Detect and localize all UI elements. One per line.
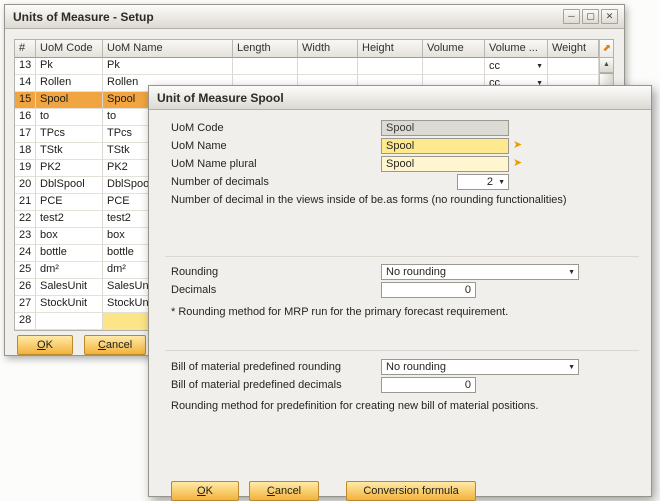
cell-code[interactable]: Spool	[36, 92, 103, 109]
column-header-vunit[interactable]: Volume ...	[485, 40, 548, 58]
uom-code-field: Spool	[381, 120, 509, 136]
cell-num[interactable]: 14	[15, 75, 36, 92]
close-icon[interactable]: ✕	[601, 9, 618, 24]
dialog-title: Unit of Measure Spool	[157, 91, 645, 105]
unit-of-measure-dialog: Unit of Measure Spool UoM Code Spool UoM…	[148, 85, 652, 497]
cell-code[interactable]: PK2	[36, 160, 103, 177]
cell-num[interactable]: 27	[15, 296, 36, 313]
column-header-num[interactable]: #	[15, 40, 36, 58]
chevron-down-icon: ▼	[568, 269, 575, 276]
cell-num[interactable]: 22	[15, 211, 36, 228]
restore-icon[interactable]: ▢	[582, 9, 599, 24]
cell-code[interactable]: DblSpool	[36, 177, 103, 194]
cancel-button[interactable]: Cancel	[84, 335, 146, 355]
bom-note: Rounding method for predefinition for cr…	[171, 400, 637, 412]
cell-vunit[interactable]: cc ▼	[485, 58, 548, 75]
cell-num[interactable]: 24	[15, 245, 36, 262]
uom-name-label: UoM Name	[171, 140, 381, 152]
cell-height[interactable]	[358, 58, 423, 75]
group-separator	[165, 350, 639, 351]
decimals-note: Number of decimal in the views inside of…	[171, 194, 637, 206]
cell-name[interactable]: Pk	[103, 58, 233, 75]
cell-code[interactable]: dm²	[36, 262, 103, 279]
column-header-weight[interactable]: Weight	[548, 40, 599, 58]
cell-width[interactable]	[298, 58, 358, 75]
cell-num[interactable]: 26	[15, 279, 36, 296]
uom-code-label: UoM Code	[171, 122, 381, 134]
cell-num[interactable]: 28	[15, 313, 36, 330]
rounding-note: * Rounding method for MRP run for the pr…	[171, 306, 637, 318]
bom-decimals-field[interactable]: 0	[381, 377, 476, 393]
column-header-code[interactable]: UoM Code	[36, 40, 103, 58]
cell-num[interactable]: 13	[15, 58, 36, 75]
table-row[interactable]: 13PkPkcc▼	[15, 58, 599, 75]
minimize-icon[interactable]: ─	[563, 9, 580, 24]
rounding-label: Rounding	[171, 266, 381, 278]
chevron-down-icon: ▼	[536, 63, 543, 70]
cell-code[interactable]: PCE	[36, 194, 103, 211]
dialog-cancel-button[interactable]: Cancel	[249, 481, 319, 501]
uom-name-plural-label: UoM Name plural	[171, 158, 381, 170]
cell-weight[interactable]	[548, 58, 599, 75]
bom-rounding-dropdown[interactable]: No rounding ▼	[381, 359, 579, 375]
column-header-width[interactable]: Width	[298, 40, 358, 58]
group-separator	[165, 256, 639, 257]
uom-name-field[interactable]: Spool	[381, 138, 509, 154]
number-of-decimals-label: Number of decimals	[171, 176, 381, 188]
column-header-length[interactable]: Length	[233, 40, 298, 58]
link-arrow-icon[interactable]: ➤	[513, 140, 522, 151]
chevron-down-icon: ▼	[568, 364, 575, 371]
cell-code[interactable]: SalesUnit	[36, 279, 103, 296]
column-header-height[interactable]: Height	[358, 40, 423, 58]
rounding-decimals-field[interactable]: 0	[381, 282, 476, 298]
cell-code[interactable]: to	[36, 109, 103, 126]
rounding-dropdown[interactable]: No rounding ▼	[381, 264, 579, 280]
window-titlebar[interactable]: Units of Measure - Setup ─ ▢ ✕	[5, 5, 624, 29]
conversion-formula-button[interactable]: Conversion formula	[346, 481, 476, 501]
bom-rounding-label: Bill of material predefined rounding	[171, 361, 381, 373]
cell-code[interactable]: StockUnit	[36, 296, 103, 313]
window-title: Units of Measure - Setup	[13, 10, 563, 24]
cell-code[interactable]: TStk	[36, 143, 103, 160]
maximize-grid-icon[interactable]: ⬈	[600, 40, 613, 58]
dialog-ok-button[interactable]: OK	[171, 481, 239, 501]
ok-button[interactable]: OK	[17, 335, 73, 355]
bom-decimals-label: Bill of material predefined decimals	[171, 379, 381, 391]
cell-num[interactable]: 19	[15, 160, 36, 177]
cell-num[interactable]: 20	[15, 177, 36, 194]
uom-name-plural-field[interactable]: Spool	[381, 156, 509, 172]
cell-num[interactable]: 15	[15, 92, 36, 109]
table-header-row: #UoM CodeUoM NameLengthWidthHeightVolume…	[15, 40, 599, 58]
cell-num[interactable]: 18	[15, 143, 36, 160]
column-header-volume[interactable]: Volume	[423, 40, 485, 58]
cell-code[interactable]	[36, 313, 103, 330]
volume-unit-value: cc	[489, 60, 500, 73]
link-arrow-icon[interactable]: ➤	[513, 158, 522, 169]
cell-volume[interactable]	[423, 58, 485, 75]
chevron-down-icon: ▼	[498, 179, 505, 186]
cell-num[interactable]: 25	[15, 262, 36, 279]
cell-code[interactable]: test2	[36, 211, 103, 228]
cell-num[interactable]: 16	[15, 109, 36, 126]
dialog-titlebar[interactable]: Unit of Measure Spool	[149, 86, 651, 110]
cell-length[interactable]	[233, 58, 298, 75]
cell-code[interactable]: Rollen	[36, 75, 103, 92]
column-header-name[interactable]: UoM Name	[103, 40, 233, 58]
cell-num[interactable]: 21	[15, 194, 36, 211]
cell-code[interactable]: TPcs	[36, 126, 103, 143]
cell-code[interactable]: Pk	[36, 58, 103, 75]
cell-num[interactable]: 23	[15, 228, 36, 245]
number-of-decimals-dropdown[interactable]: 2 ▼	[457, 174, 509, 190]
rounding-decimals-label: Decimals	[171, 284, 381, 296]
scroll-up-icon[interactable]: ▲	[600, 58, 613, 73]
cell-code[interactable]: box	[36, 228, 103, 245]
cell-num[interactable]: 17	[15, 126, 36, 143]
cell-code[interactable]: bottle	[36, 245, 103, 262]
